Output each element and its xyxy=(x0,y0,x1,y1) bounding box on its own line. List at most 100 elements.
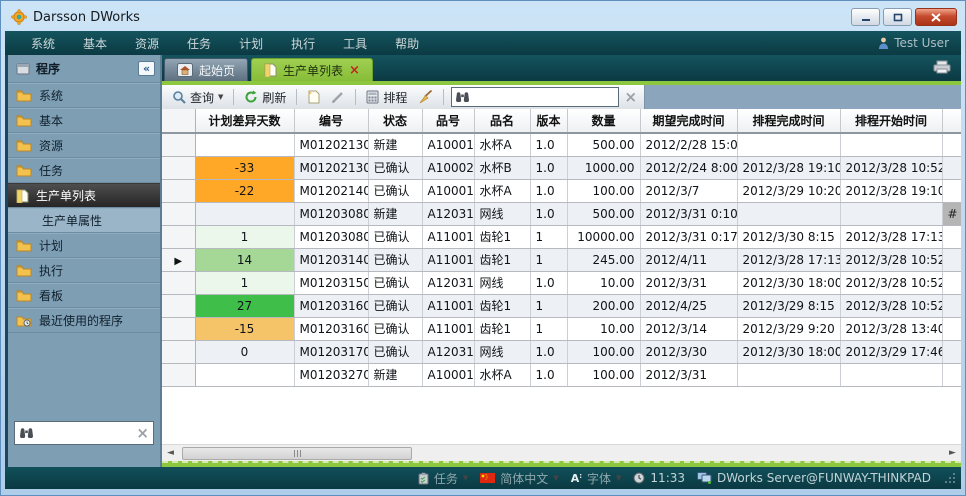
table-cell[interactable]: 2012/4/11 xyxy=(640,248,737,271)
column-header-排程开始时间[interactable]: 排程开始时间 xyxy=(840,109,942,133)
table-cell[interactable]: 2012/3/28 10:52 xyxy=(840,156,942,179)
maximize-button[interactable] xyxy=(883,8,912,26)
table-cell[interactable]: 2012/3/30 8:15 xyxy=(737,225,840,248)
sidebar-item-计划[interactable]: 计划 xyxy=(8,233,160,258)
table-cell[interactable]: 1 xyxy=(530,225,567,248)
sidebar-item-生产单属性[interactable]: 生产单属性 xyxy=(8,208,160,233)
table-cell[interactable]: 2012/3/31 0:17 xyxy=(640,225,737,248)
table-cell[interactable]: A12031 xyxy=(422,271,474,294)
table-cell[interactable]: A10001 xyxy=(422,133,474,156)
table-cell[interactable]: M012030801 xyxy=(294,202,368,225)
table-cell[interactable] xyxy=(942,340,961,363)
table-cell[interactable]: 27 xyxy=(195,294,294,317)
table-cell[interactable]: 已确认 xyxy=(368,340,422,363)
column-header-期望完成时间[interactable]: 期望完成时间 xyxy=(640,109,737,133)
table-cell[interactable] xyxy=(942,133,961,156)
table-cell[interactable] xyxy=(942,363,961,386)
close-button[interactable] xyxy=(915,8,957,26)
table-cell[interactable]: 齿轮1 xyxy=(474,225,530,248)
table-cell[interactable]: 网线 xyxy=(474,271,530,294)
menu-item[interactable]: 计划 xyxy=(225,32,277,55)
printer-icon[interactable] xyxy=(933,60,951,74)
table-cell[interactable]: A12031 xyxy=(422,340,474,363)
table-cell[interactable]: M012031602 xyxy=(294,317,368,340)
table-cell[interactable]: 已确认 xyxy=(368,179,422,202)
row-selector-cell[interactable] xyxy=(162,294,195,317)
table-cell[interactable]: 已确认 xyxy=(368,317,422,340)
table-cell[interactable]: 500.00 xyxy=(567,133,640,156)
table-cell[interactable]: 1 xyxy=(195,271,294,294)
table-cell[interactable]: 新建 xyxy=(368,133,422,156)
table-cell[interactable]: 500.00 xyxy=(567,202,640,225)
table-cell[interactable]: 水杯A xyxy=(474,363,530,386)
status-font-menu[interactable]: A: 字体 ▼ xyxy=(571,470,622,487)
table-cell[interactable] xyxy=(942,248,961,271)
table-cell[interactable]: 2012/3/31 xyxy=(640,363,737,386)
row-selector-cell[interactable] xyxy=(162,202,195,225)
new-document-button[interactable] xyxy=(304,89,323,105)
table-cell[interactable]: 2012/3/30 xyxy=(640,340,737,363)
table-cell[interactable]: 2012/4/25 xyxy=(640,294,737,317)
table-cell[interactable] xyxy=(942,271,961,294)
edit-pencil-button[interactable] xyxy=(328,89,348,105)
table-cell[interactable]: 2012/3/29 9:20 xyxy=(737,317,840,340)
table-cell[interactable]: 10.00 xyxy=(567,271,640,294)
table-cell[interactable]: 1.0 xyxy=(530,340,567,363)
table-cell[interactable]: A10001 xyxy=(422,179,474,202)
sidebar-item-基本[interactable]: 基本 xyxy=(8,108,160,133)
column-header-编号[interactable]: 编号 xyxy=(294,109,368,133)
table-cell[interactable]: M012021401 xyxy=(294,179,368,202)
table-cell[interactable]: 2012/2/28 15:00 xyxy=(640,133,737,156)
row-selector-cell[interactable] xyxy=(162,179,195,202)
table-cell[interactable]: 2012/3/28 19:10 xyxy=(737,156,840,179)
table-cell[interactable]: 14 xyxy=(195,248,294,271)
status-language-menu[interactable]: 简体中文 ▼ xyxy=(480,470,558,487)
table-cell[interactable]: 245.00 xyxy=(567,248,640,271)
table-cell[interactable] xyxy=(195,133,294,156)
menu-item[interactable]: 执行 xyxy=(277,32,329,55)
sidebar-item-执行[interactable]: 执行 xyxy=(8,258,160,283)
table-cell[interactable]: 已确认 xyxy=(368,225,422,248)
scroll-left-icon[interactable]: ◄ xyxy=(162,448,179,458)
table-cell[interactable]: A11001 xyxy=(422,294,474,317)
query-button[interactable]: 查询 ▼ xyxy=(169,88,226,107)
column-header-计划差异天数[interactable]: 计划差异天数 xyxy=(195,109,294,133)
toolbar-search-clear-icon[interactable]: × xyxy=(624,90,637,105)
column-header-品号[interactable]: 品号 xyxy=(422,109,474,133)
table-cell[interactable]: -22 xyxy=(195,179,294,202)
table-cell[interactable]: A10001 xyxy=(422,363,474,386)
table-row[interactable]: -33M012021302已确认A10002水杯B1.01000.002012/… xyxy=(162,156,961,179)
sidebar-item-任务[interactable]: 任务 xyxy=(8,158,160,183)
table-cell[interactable]: 新建 xyxy=(368,363,422,386)
table-cell[interactable]: 2012/3/31 xyxy=(640,271,737,294)
row-selector-cell[interactable] xyxy=(162,133,195,156)
table-cell[interactable]: 100.00 xyxy=(567,340,640,363)
user-badge[interactable]: Test User xyxy=(878,36,949,50)
sidebar-item-最近使用的程序[interactable]: 最近使用的程序 xyxy=(8,308,160,333)
table-cell[interactable]: 2012/3/31 0:10 xyxy=(640,202,737,225)
table-cell[interactable]: 2012/3/28 10:52 xyxy=(840,248,942,271)
table-cell[interactable]: 2012/3/29 17:46 xyxy=(840,340,942,363)
table-cell[interactable]: 水杯A xyxy=(474,179,530,202)
column-header-前[interactable]: 前 xyxy=(942,109,961,133)
table-cell[interactable] xyxy=(840,133,942,156)
table-row[interactable]: 1M012030802已确认A11001齿轮1110000.002012/3/3… xyxy=(162,225,961,248)
table-cell[interactable]: 100.00 xyxy=(567,363,640,386)
table-cell[interactable] xyxy=(737,363,840,386)
table-cell[interactable] xyxy=(942,317,961,340)
column-header-版本[interactable]: 版本 xyxy=(530,109,567,133)
table-cell[interactable]: 0 xyxy=(195,340,294,363)
menu-item[interactable]: 任务 xyxy=(173,32,225,55)
table-cell[interactable]: -33 xyxy=(195,156,294,179)
table-cell[interactable] xyxy=(942,294,961,317)
horizontal-scrollbar[interactable]: ◄ ► xyxy=(162,444,961,461)
table-cell[interactable]: 齿轮1 xyxy=(474,248,530,271)
table-row[interactable]: M012021301新建A10001水杯A1.0500.002012/2/28 … xyxy=(162,133,961,156)
table-cell[interactable]: 齿轮1 xyxy=(474,294,530,317)
table-cell[interactable]: 已确认 xyxy=(368,156,422,179)
menu-item[interactable]: 工具 xyxy=(329,32,381,55)
tab-production-order-list[interactable]: 生产单列表 × xyxy=(251,58,373,81)
table-cell[interactable] xyxy=(195,363,294,386)
table-row[interactable]: M012030801新建A12031网线1.0500.002012/3/31 0… xyxy=(162,202,961,225)
table-cell[interactable]: M012031601 xyxy=(294,294,368,317)
